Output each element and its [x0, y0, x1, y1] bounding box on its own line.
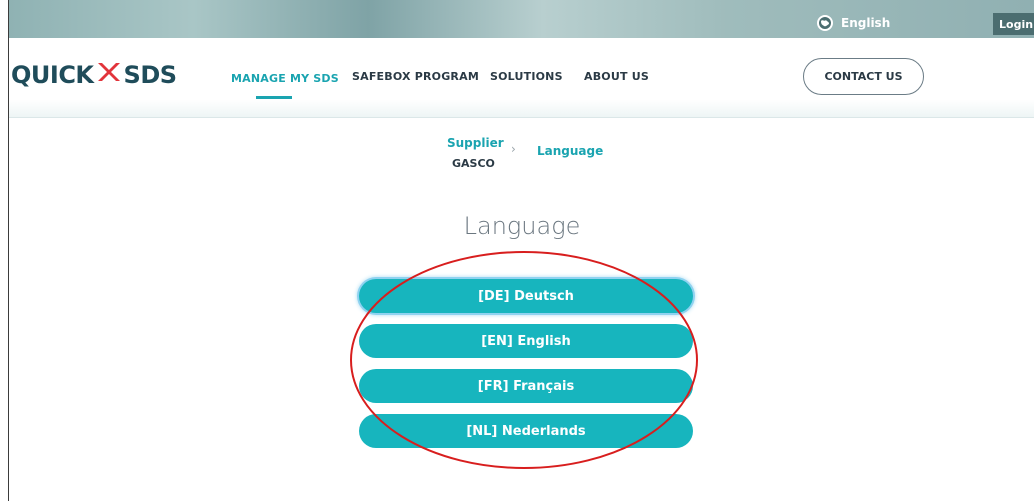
top-utility-bar: English Login — [9, 0, 1034, 38]
breadcrumb-supplier-name: GASCO — [452, 157, 495, 170]
logo-text-quick: QUICK — [11, 61, 94, 89]
globe-icon — [817, 15, 833, 31]
language-button-en[interactable]: [EN] English — [359, 324, 693, 358]
active-nav-indicator — [256, 96, 292, 99]
breadcrumb-current: Language — [537, 144, 604, 158]
double-chevron-icon — [96, 61, 122, 89]
nav-manage-my-sds[interactable]: MANAGE MY SDS — [231, 72, 339, 85]
language-label: English — [841, 16, 891, 30]
chevron-right-icon: › — [511, 142, 516, 156]
browser-viewport: English Login QUICK SDS MANAGE MY SDS SA… — [8, 0, 1034, 501]
breadcrumb: Supplier GASCO › Language — [429, 135, 649, 177]
contact-us-button[interactable]: CONTACT US — [803, 58, 924, 95]
breadcrumb-supplier-link[interactable]: Supplier — [447, 136, 504, 150]
logo-text-sds: SDS — [123, 61, 178, 89]
nav-about-us[interactable]: ABOUT US — [584, 70, 649, 83]
language-button-de[interactable]: [DE] Deutsch — [359, 279, 693, 313]
nav-safebox-program[interactable]: SAFEBOX PROGRAM — [352, 70, 479, 83]
language-switcher[interactable]: English — [817, 14, 890, 32]
login-button[interactable]: Login — [993, 13, 1034, 35]
nav-solutions[interactable]: SOLUTIONS — [490, 70, 563, 83]
language-button-nl[interactable]: [NL] Nederlands — [359, 414, 693, 448]
site-header: QUICK SDS MANAGE MY SDS SAFEBOX PROGRAM … — [9, 38, 1034, 118]
logo[interactable]: QUICK SDS — [11, 60, 177, 90]
page-title: Language — [463, 212, 581, 240]
language-button-fr[interactable]: [FR] Français — [359, 369, 693, 403]
